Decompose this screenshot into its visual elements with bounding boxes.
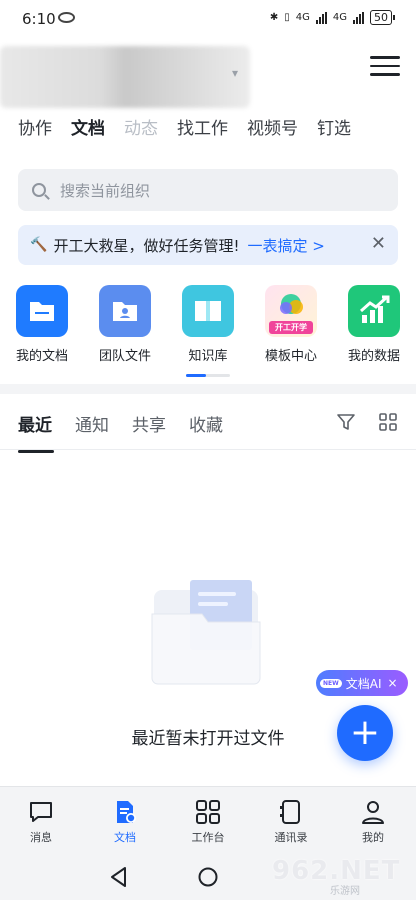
close-icon[interactable]: × (388, 676, 398, 690)
network-type-2: 4G (332, 12, 347, 23)
content-tab-3[interactable]: 收藏 (189, 411, 223, 436)
message-icon (30, 802, 52, 822)
chevron-down-icon[interactable]: ▾ (232, 66, 238, 80)
doc-icon (117, 801, 136, 823)
plus-icon: + (349, 712, 381, 753)
close-icon[interactable]: ✕ (371, 235, 386, 253)
menu-button[interactable] (370, 56, 400, 80)
shortcut-my-data[interactable]: 我的数据 (334, 285, 414, 364)
content-tab-2[interactable]: 共享 (132, 411, 166, 436)
promo-banner[interactable]: 🔨 开工大救星，做好任务管理! 一表搞定 > ✕ (18, 225, 398, 265)
folder-icon (16, 285, 68, 337)
content-tab-1[interactable]: 通知 (75, 411, 109, 436)
shortcut-label: 我的数据 (347, 349, 400, 364)
search-input[interactable]: 搜索当前组织 (18, 169, 398, 211)
empty-folder-illustration (146, 580, 268, 690)
search-icon (32, 183, 46, 197)
search-placeholder: 搜索当前组织 (60, 181, 151, 200)
home-icon[interactable] (197, 866, 219, 888)
nav-label: 工作台 (191, 831, 225, 844)
shortcut-label: 我的文档 (15, 349, 68, 364)
book-icon (182, 285, 234, 337)
bluetooth-icon: ✱ (269, 12, 279, 23)
main-panel: 搜索当前组织 🔨 开工大救星，做好任务管理! 一表搞定 > ✕ 我的文档 团队文… (0, 152, 416, 384)
banner-text: 开工大救星，做好任务管理! (53, 236, 240, 255)
workbench-icon (196, 800, 220, 824)
content-tab-0[interactable]: 最近 (18, 411, 54, 453)
content-tabs: 最近 通知 共享 收藏 (18, 411, 246, 453)
watermark-sub: 乐游网 (330, 886, 360, 897)
shortcut-team-files[interactable]: 团队文件 (85, 285, 165, 364)
nav-label: 通讯录 (274, 831, 308, 844)
status-indicators: ✱ ▯ 4G 4G 50 (269, 10, 395, 25)
tab-5[interactable]: 钉选 (317, 114, 351, 139)
nav-contacts[interactable]: 通讯录 (256, 799, 326, 845)
bottom-nav: 消息 文档 工作台 通讯录 我的 (0, 786, 416, 854)
shortcut-label: 模板中心 (264, 349, 317, 364)
battery-icon: 50 (370, 10, 395, 25)
banner-link[interactable]: 一表搞定 > (247, 235, 324, 256)
filter-icon (337, 414, 355, 430)
back-icon[interactable] (109, 866, 129, 888)
team-folder-icon (99, 285, 151, 337)
profile-icon (362, 801, 384, 824)
create-button[interactable]: + (337, 705, 393, 761)
nav-label: 我的 (362, 831, 384, 844)
shortcut-template-center[interactable]: 开工开学 模板中心 (251, 285, 331, 364)
contacts-icon (280, 800, 300, 824)
tab-3[interactable]: 找工作 (177, 114, 228, 139)
shortcut-pager (186, 374, 230, 377)
hammer-icon: 🔨 (30, 237, 48, 253)
organization-switcher[interactable] (0, 46, 250, 108)
signal-icon (315, 11, 327, 24)
shortcut-my-docs[interactable]: 我的文档 (2, 285, 82, 364)
vibrate-icon: ▯ (284, 12, 290, 23)
status-bar: 6:10 ✱ ▯ 4G 4G 50 (0, 0, 416, 36)
menu-icon (370, 56, 400, 59)
nav-label: 消息 (30, 831, 52, 844)
new-badge: NEW (320, 678, 342, 688)
divider (0, 449, 416, 450)
tab-4[interactable]: 视频号 (247, 114, 298, 139)
nav-docs[interactable]: 文档 (90, 799, 160, 845)
shortcut-label: 知识库 (188, 349, 228, 364)
template-icon: 开工开学 (265, 285, 317, 337)
grid-view-button[interactable] (378, 412, 398, 432)
shortcut-label: 团队文件 (98, 349, 151, 364)
header: ▾ 协作 文档 动态 找工作 视频号 钉选 (0, 36, 416, 152)
nav-workbench[interactable]: 工作台 (173, 799, 243, 845)
tab-0[interactable]: 协作 (18, 114, 52, 139)
template-badge: 开工开学 (275, 323, 307, 332)
signal-icon-2 (353, 11, 364, 24)
tab-1[interactable]: 文档 (71, 114, 105, 139)
chart-icon (348, 285, 400, 337)
nav-label: 文档 (114, 831, 136, 844)
status-time: 6:10 (22, 10, 56, 28)
doc-ai-label: 文档AI (345, 676, 382, 691)
eye-icon (58, 12, 75, 23)
doc-ai-button[interactable]: NEW 文档AI × (316, 670, 408, 696)
top-tabs: 协作 文档 动态 找工作 视频号 钉选 (18, 114, 370, 139)
filter-button[interactable] (336, 412, 356, 432)
shortcut-grid: 我的文档 团队文件 知识库 开工开学 模板中心 我的数据 (0, 285, 416, 365)
grid-icon (379, 413, 397, 431)
nav-profile[interactable]: 我的 (338, 799, 408, 845)
tab-2[interactable]: 动态 (124, 114, 158, 139)
nav-messages[interactable]: 消息 (6, 799, 76, 845)
shortcut-knowledge-base[interactable]: 知识库 (168, 285, 248, 364)
network-type-1: 4G (295, 12, 310, 23)
